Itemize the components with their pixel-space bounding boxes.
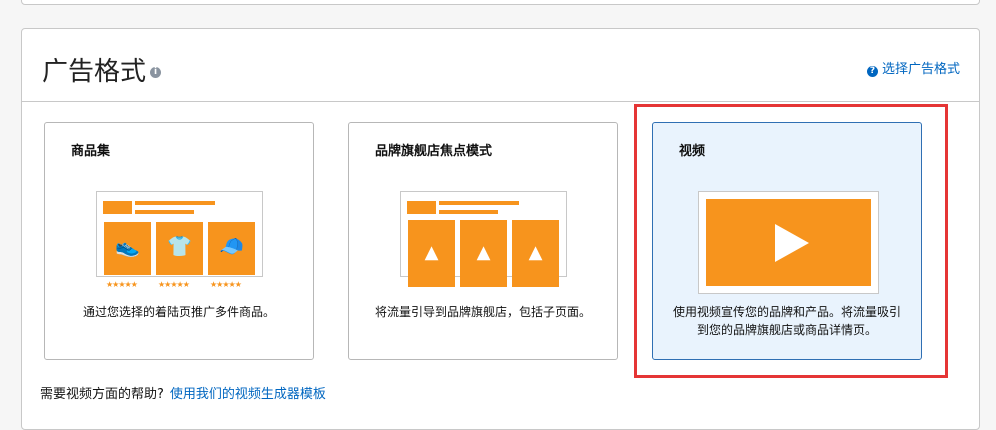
product-collection-illustration: 👟 👕 🧢 ★★★★★ ★★★★★ ★★★★★ (96, 191, 263, 289)
card-store-spotlight[interactable]: 品牌旗舰店焦点模式 ▲ ▲ ▲ 将流量引导到品牌旗舰店，包括子页面。 (348, 122, 618, 360)
rating-stars: ★★★★★ (158, 280, 190, 289)
video-builder-template-link[interactable]: 使用我们的视频生成器模板 (170, 387, 326, 402)
image-placeholder-icon: ▲ (460, 220, 507, 287)
card-description: 使用视频宣传您的品牌和产品。将流量吸引到您的品牌旗舰店或商品详情页。 (672, 305, 901, 337)
play-icon (775, 224, 809, 262)
card-video[interactable]: 视频 使用视频宣传您的品牌和产品。将流量吸引到您的品牌旗舰店或商品详情页。 (652, 122, 922, 360)
card-description: 将流量引导到品牌旗舰店，包括子页面。 (374, 305, 591, 319)
section-header: 广告格式 i ? 选择广告格式 (22, 29, 979, 102)
section-title: 广告格式 i (42, 51, 162, 88)
store-spotlight-illustration: ▲ ▲ ▲ (400, 191, 567, 287)
video-illustration (698, 191, 879, 294)
card-title: 商品集 (71, 144, 111, 159)
rating-stars: ★★★★★ (106, 280, 138, 289)
image-placeholder-icon: ▲ (512, 220, 559, 287)
previous-section-card (21, 0, 980, 5)
help-question: 需要视频方面的帮助? (40, 387, 164, 402)
cap-icon: 🧢 (208, 222, 255, 275)
video-help-footer: 需要视频方面的帮助? 使用我们的视频生成器模板 (40, 383, 326, 402)
tshirt-icon: 👕 (156, 222, 203, 275)
card-product-collection[interactable]: 商品集 👟 👕 🧢 ★★★★★ ★★★★★ ★★★★★ 通过您选择的着陆页推广多… (44, 122, 314, 360)
section-title-text: 广告格式 (42, 57, 147, 87)
help-link-text: 选择广告格式 (881, 62, 960, 77)
choose-ad-format-help-link[interactable]: ? 选择广告格式 (866, 58, 960, 77)
card-description: 通过您选择的着陆页推广多件商品。 (82, 305, 275, 319)
info-icon[interactable]: i (150, 67, 162, 78)
rating-stars: ★★★★★ (210, 280, 242, 289)
help-icon: ? (866, 66, 878, 77)
card-title: 视频 (679, 144, 706, 159)
image-placeholder-icon: ▲ (408, 220, 455, 287)
card-title: 品牌旗舰店焦点模式 (375, 144, 493, 159)
shoe-icon: 👟 (104, 222, 151, 275)
